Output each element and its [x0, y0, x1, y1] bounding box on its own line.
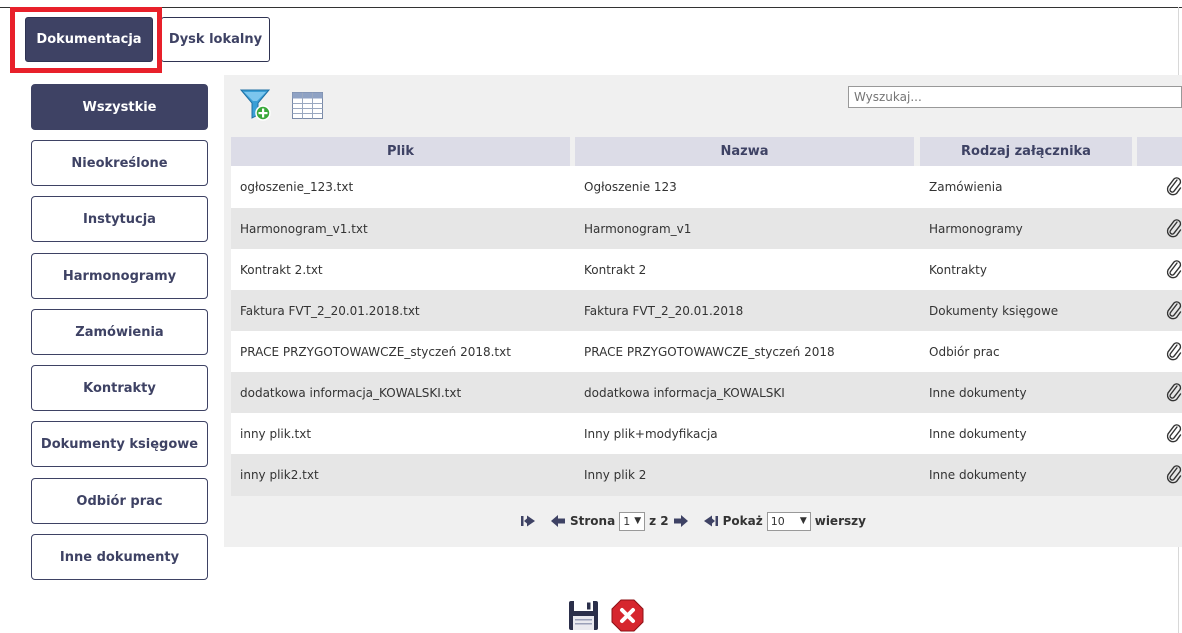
filter-add-icon[interactable] [239, 87, 273, 121]
sidebar-item-kontrakty[interactable]: Kontrakty [31, 365, 208, 411]
search-input[interactable] [848, 86, 1182, 108]
sidebar-item-instytucja[interactable]: Instytucja [31, 196, 208, 242]
cell-nazwa: PRACE PRZYGOTOWAWCZE_styczeń 2018 [584, 345, 835, 359]
table-row[interactable]: Harmonogram_v1.txt Harmonogram_v1 Harmon… [231, 208, 1182, 250]
column-header-label: Plik [386, 144, 415, 159]
first-page-icon[interactable] [520, 514, 536, 528]
cell-rodzaj: Inne dokumenty [929, 427, 1027, 441]
paperclip-icon[interactable] [1166, 259, 1182, 279]
rows-per-page-select[interactable]: 10 ▼ [766, 511, 811, 531]
tab-label: Dysk lokalny [168, 32, 263, 47]
paperclip-icon[interactable] [1166, 218, 1182, 238]
paperclip-icon[interactable] [1166, 300, 1182, 320]
cancel-icon[interactable] [611, 599, 644, 632]
sidebar-item-dokumenty-ksiegowe[interactable]: Dokumenty księgowe [31, 421, 208, 467]
sidebar-item-label: Instytucja [83, 211, 156, 227]
rows-per-page-value: 10 [770, 514, 785, 528]
column-header-actions [1137, 137, 1182, 166]
page-select-value: 1 [623, 514, 631, 528]
cell-nazwa: dodatkowa informacja_KOWALSKI [584, 386, 785, 400]
cell-rodzaj: Dokumenty księgowe [929, 304, 1059, 318]
cell-nazwa: Kontrakt 2 [584, 263, 647, 277]
cell-nazwa: Ogłoszenie 123 [584, 180, 677, 194]
table-row[interactable]: ogłoszenie_123.txt Ogłoszenie 123 Zamówi… [231, 166, 1182, 208]
cell-plik: PRACE PRZYGOTOWAWCZE_styczeń 2018.txt [240, 345, 511, 359]
chevron-down-icon: ▼ [634, 516, 642, 526]
sidebar-item-label: Wszystkie [82, 99, 157, 115]
sidebar-item-label: Inne dokumenty [59, 549, 180, 565]
cell-nazwa: Harmonogram_v1 [584, 222, 692, 236]
sidebar-item-nieokreslone[interactable]: Nieokreślone [31, 140, 208, 186]
show-label: Pokaż [722, 514, 763, 528]
table-row[interactable]: inny plik2.txt Inny plik 2 Inne dokument… [231, 454, 1182, 496]
cell-plik: Harmonogram_v1.txt [240, 222, 368, 236]
paperclip-icon[interactable] [1166, 464, 1182, 484]
cell-nazwa: Inny plik+modyfikacja [584, 427, 718, 441]
cell-nazwa: Inny plik 2 [584, 468, 647, 482]
paperclip-icon[interactable] [1166, 176, 1182, 196]
page-label: Strona [570, 514, 616, 528]
table-columns-icon[interactable] [292, 92, 323, 119]
column-header-nazwa[interactable]: Nazwa [575, 137, 914, 166]
cell-plik: ogłoszenie_123.txt [240, 180, 354, 194]
table-row[interactable]: PRACE PRZYGOTOWAWCZE_styczeń 2018.txt PR… [231, 331, 1182, 373]
sidebar-item-zamowienia[interactable]: Zamówienia [31, 309, 208, 355]
sidebar-item-label: Kontrakty [83, 380, 156, 396]
cell-plik: inny plik.txt [240, 427, 312, 441]
top-border [0, 7, 1182, 8]
cell-rodzaj: Inne dokumenty [929, 386, 1027, 400]
sidebar-item-label: Dokumenty księgowe [40, 436, 199, 452]
cell-plik: inny plik2.txt [240, 468, 319, 482]
cell-rodzaj: Odbiór prac [929, 345, 1000, 359]
table-row[interactable]: inny plik.txt Inny plik+modyfikacja Inne… [231, 413, 1182, 455]
paperclip-icon[interactable] [1166, 423, 1182, 443]
sidebar-item-harmonogramy[interactable]: Harmonogramy [31, 253, 208, 299]
cell-nazwa: Faktura FVT_2_20.01.2018 [584, 304, 744, 318]
paperclip-icon[interactable] [1166, 382, 1182, 402]
page-select[interactable]: 1 ▼ [619, 511, 646, 531]
paperclip-icon[interactable] [1166, 341, 1182, 361]
column-header-rodzaj[interactable]: Rodzaj załącznika [920, 137, 1132, 166]
cell-rodzaj: Zamówienia [929, 180, 1003, 194]
cell-plik: Faktura FVT_2_20.01.2018.txt [240, 304, 420, 318]
column-header-label: Nazwa [720, 144, 769, 159]
sidebar-item-label: Odbiór prac [76, 493, 163, 509]
table-row[interactable]: Faktura FVT_2_20.01.2018.txt Faktura FVT… [231, 290, 1182, 332]
sidebar-item-inne-dokumenty[interactable]: Inne dokumenty [31, 534, 208, 580]
rows-label: wierszy [814, 514, 866, 528]
tab-dysk-lokalny[interactable]: Dysk lokalny [161, 17, 270, 62]
table-row[interactable]: dodatkowa informacja_KOWALSKI.txt dodatk… [231, 372, 1182, 414]
chevron-down-icon: ▼ [799, 516, 807, 526]
cell-rodzaj: Harmonogramy [929, 222, 1023, 236]
column-header-label: Rodzaj załącznika [961, 144, 1091, 159]
sidebar-item-label: Nieokreślone [71, 155, 168, 171]
table-row[interactable]: Kontrakt 2.txt Kontrakt 2 Kontrakty [231, 249, 1182, 291]
cell-plik: dodatkowa informacja_KOWALSKI.txt [240, 386, 462, 400]
cell-rodzaj: Inne dokumenty [929, 468, 1027, 482]
previous-page-icon[interactable] [550, 514, 566, 528]
sidebar-item-wszystkie[interactable]: Wszystkie [31, 84, 208, 130]
highlight-frame [10, 7, 162, 73]
sidebar-item-odbior-prac[interactable]: Odbiór prac [31, 478, 208, 524]
sidebar-item-label: Zamówienia [75, 324, 164, 340]
last-page-icon[interactable] [703, 514, 719, 528]
floppy-disk-icon[interactable] [568, 600, 599, 631]
next-page-icon[interactable] [673, 514, 689, 528]
sidebar-item-label: Harmonogramy [62, 268, 177, 284]
page-total-label: z 2 [649, 514, 669, 528]
cell-plik: Kontrakt 2.txt [240, 263, 323, 277]
column-header-plik[interactable]: Plik [231, 137, 570, 166]
pagination-bar: Strona 1 ▼ z 2 Pokaż 10 ▼ wierszy [520, 509, 866, 533]
cell-rodzaj: Kontrakty [929, 263, 987, 277]
